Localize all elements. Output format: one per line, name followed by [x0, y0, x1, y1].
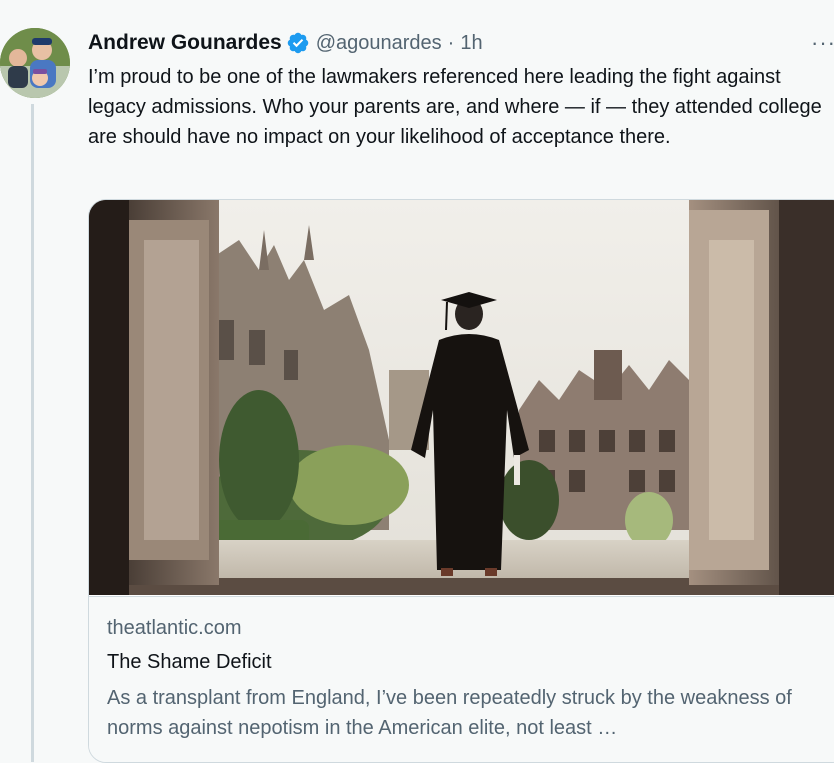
verified-badge-icon	[287, 32, 308, 54]
avatar-photo	[0, 28, 70, 98]
separator-dot: ·	[447, 31, 455, 54]
link-card-image	[89, 200, 834, 595]
link-card[interactable]: theatlantic.com The Shame Deficit As a t…	[88, 199, 834, 763]
author-name[interactable]: Andrew Gounardes	[88, 31, 282, 55]
graduate-photo	[89, 200, 834, 595]
author-handle[interactable]: @agounardes	[316, 32, 442, 55]
link-card-title: The Shame Deficit	[107, 651, 272, 673]
link-card-meta: theatlantic.com The Shame Deficit As a t…	[89, 596, 834, 762]
timestamp[interactable]: 1h	[460, 32, 482, 55]
link-card-description: As a transplant from England, I’ve been …	[107, 687, 792, 739]
link-card-domain: theatlantic.com	[107, 617, 242, 639]
tweet[interactable]: Andrew Gounardes @agounardes · 1h ··· I’…	[0, 0, 834, 763]
thread-line	[31, 104, 34, 762]
tweet-text: I’m proud to be one of the lawmakers ref…	[88, 66, 822, 148]
more-dots-icon[interactable]: ···	[811, 28, 834, 58]
avatar[interactable]	[0, 28, 70, 98]
tweet-header: Andrew Gounardes @agounardes · 1h	[88, 28, 834, 58]
